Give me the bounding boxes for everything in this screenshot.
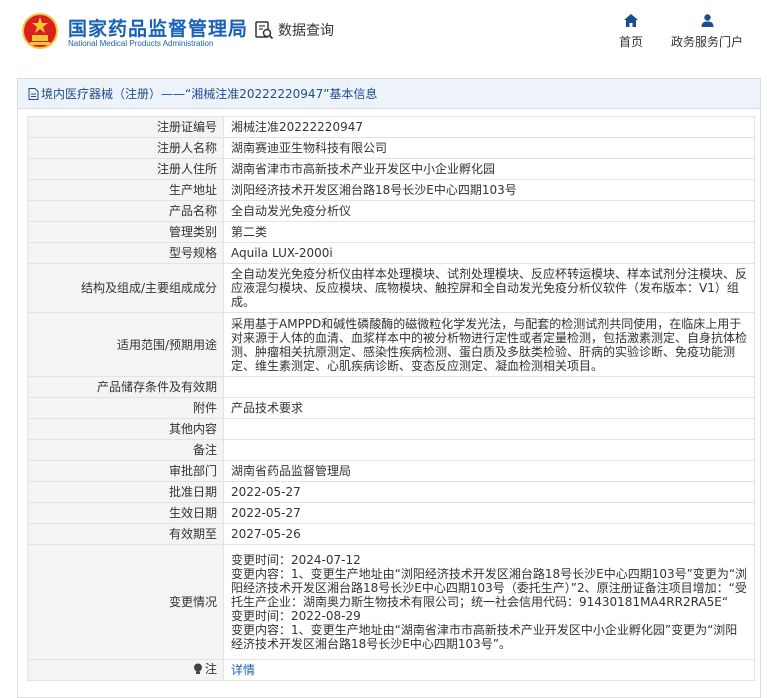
table-row: 适用范围/预期用途 采用基于AMPPD和碱性磷酸酶的磁微粒化学发光法，与配套的检… bbox=[27, 312, 755, 377]
row-label: 注册证编号 bbox=[27, 116, 224, 138]
row-value: 2027-05-26 bbox=[223, 523, 755, 545]
row-label: 适用范围/预期用途 bbox=[27, 312, 224, 377]
detail-panel: 境内医疗器械（注册）——“湘械注准20222220947”基本信息 注册证编号 … bbox=[17, 78, 761, 698]
row-value: 湖南省药品监督管理局 bbox=[223, 460, 755, 482]
data-query-link[interactable]: 数据查询 bbox=[254, 20, 334, 40]
table-row: 附件 产品技术要求 bbox=[27, 397, 755, 419]
row-value: 湘械注准20222220947 bbox=[223, 116, 755, 138]
table-row: 产品名称 全自动发光免疫分析仪 bbox=[27, 200, 755, 222]
row-value bbox=[223, 376, 755, 398]
table-row: 型号规格 Aquila LUX-2000i bbox=[27, 242, 755, 264]
row-value: 产品技术要求 bbox=[223, 397, 755, 419]
row-label: 备注 bbox=[27, 439, 224, 461]
row-value: 浏阳经济技术开发区湘台路18号长沙E中心四期103号 bbox=[223, 179, 755, 201]
home-icon bbox=[624, 14, 638, 27]
row-label: 有效期至 bbox=[27, 523, 224, 545]
row-label: 型号规格 bbox=[27, 242, 224, 264]
change-history-value: 变更时间：2024-07-12 变更内容：1、变更生产地址由“浏阳经济技术开发区… bbox=[223, 544, 755, 660]
table-row: 管理类别 第二类 bbox=[27, 221, 755, 243]
table-row: 有效期至 2027-05-26 bbox=[27, 523, 755, 545]
nav-home-label: 首页 bbox=[618, 35, 643, 49]
row-label: 批准日期 bbox=[27, 481, 224, 503]
row-value bbox=[223, 439, 755, 461]
table-row: 产品储存条件及有效期 bbox=[27, 376, 755, 398]
panel-title: 境内医疗器械（注册）——“湘械注准20222220947”基本信息 bbox=[41, 87, 378, 101]
national-emblem-icon bbox=[22, 13, 58, 49]
nav-gov-service-label: 政务服务门户 bbox=[670, 35, 743, 49]
row-label: 产品名称 bbox=[27, 200, 224, 222]
row-label: 管理类别 bbox=[27, 221, 224, 243]
site-title: 国家药品监督管理局 bbox=[68, 18, 249, 40]
table-row: 其他内容 bbox=[27, 418, 755, 440]
row-value: 采用基于AMPPD和碱性磷酸酶的磁微粒化学发光法，与配套的检测试剂共同使用，在临… bbox=[223, 312, 755, 377]
note-label: 注 bbox=[204, 662, 217, 676]
row-value: 2022-05-27 bbox=[223, 502, 755, 524]
panel-title-bar: 境内医疗器械（注册）——“湘械注准20222220947”基本信息 bbox=[18, 79, 760, 109]
row-label: 注 bbox=[27, 659, 224, 681]
details-link[interactable]: 详情 bbox=[231, 663, 255, 677]
table-row: 注册证编号 湘械注准20222220947 bbox=[27, 116, 755, 138]
nav-home-button[interactable]: 首页 bbox=[616, 14, 646, 50]
table-row: 备注 bbox=[27, 439, 755, 461]
data-query-label: 数据查询 bbox=[278, 23, 334, 39]
row-value: 2022-05-27 bbox=[223, 481, 755, 503]
row-label: 附件 bbox=[27, 397, 224, 419]
table-row: 变更情况 变更时间：2024-07-12 变更内容：1、变更生产地址由“浏阳经济… bbox=[27, 544, 755, 660]
user-icon bbox=[701, 14, 713, 27]
table-row: 批准日期 2022-05-27 bbox=[27, 481, 755, 503]
site-header: 国家药品监督管理局 National Medical Products Admi… bbox=[0, 0, 767, 72]
row-label: 变更情况 bbox=[27, 544, 224, 660]
table-row: 注 详情 bbox=[27, 659, 755, 681]
row-value: 全自动发光免疫分析仪 bbox=[223, 200, 755, 222]
search-document-icon bbox=[255, 21, 274, 40]
row-label: 生效日期 bbox=[27, 502, 224, 524]
table-row: 结构及组成/主要组成成分 全自动发光免疫分析仪由样本处理模块、试剂处理模块、反应… bbox=[27, 263, 755, 313]
registration-info-table: 注册证编号 湘械注准20222220947 注册人名称 湖南赛迪亚生物科技有限公… bbox=[27, 116, 755, 681]
row-value: 全自动发光免疫分析仪由样本处理模块、试剂处理模块、反应杯转运模块、样本试剂分注模… bbox=[223, 263, 755, 313]
row-label: 生产地址 bbox=[27, 179, 224, 201]
document-icon bbox=[28, 87, 39, 100]
row-value bbox=[223, 418, 755, 440]
site-subtitle: National Medical Products Administration bbox=[68, 39, 214, 48]
table-row: 生效日期 2022-05-27 bbox=[27, 502, 755, 524]
row-label: 结构及组成/主要组成成分 bbox=[27, 263, 224, 313]
row-value: Aquila LUX-2000i bbox=[223, 242, 755, 264]
row-label: 审批部门 bbox=[27, 460, 224, 482]
table-row: 生产地址 浏阳经济技术开发区湘台路18号长沙E中心四期103号 bbox=[27, 179, 755, 201]
table-row: 审批部门 湖南省药品监督管理局 bbox=[27, 460, 755, 482]
row-label: 注册人住所 bbox=[27, 158, 224, 180]
row-label: 注册人名称 bbox=[27, 137, 224, 159]
row-value: 湖南赛迪亚生物科技有限公司 bbox=[223, 137, 755, 159]
table-row: 注册人住所 湖南省津市市高新技术产业开发区中小企业孵化园 bbox=[27, 158, 755, 180]
row-label: 产品储存条件及有效期 bbox=[27, 376, 224, 398]
row-value: 第二类 bbox=[223, 221, 755, 243]
row-value: 湖南省津市市高新技术产业开发区中小企业孵化园 bbox=[223, 158, 755, 180]
table-row: 注册人名称 湖南赛迪亚生物科技有限公司 bbox=[27, 137, 755, 159]
nav-gov-service-button[interactable]: 政务服务门户 bbox=[668, 14, 746, 50]
row-label: 其他内容 bbox=[27, 418, 224, 440]
bulb-icon bbox=[193, 663, 202, 674]
row-value: 详情 bbox=[223, 659, 755, 681]
